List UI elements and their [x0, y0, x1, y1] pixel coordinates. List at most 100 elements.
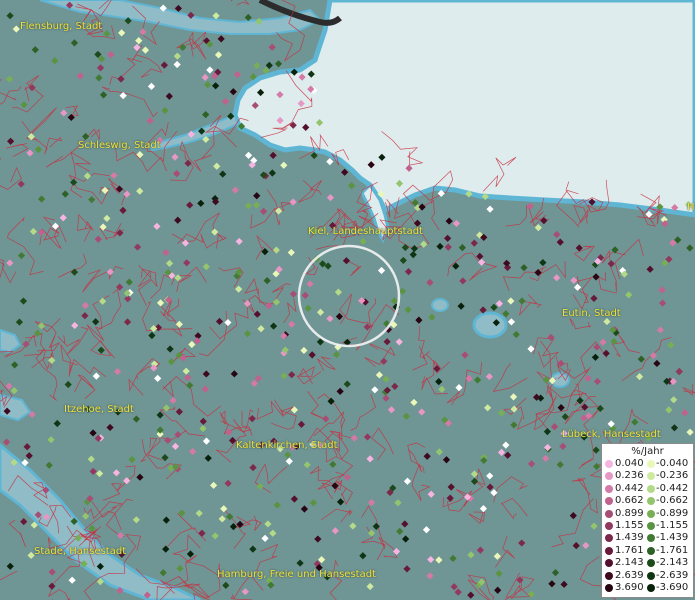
data-point-marker[interactable] [37, 228, 46, 236]
data-point-marker[interactable] [20, 518, 28, 526]
data-point-marker[interactable] [68, 576, 76, 584]
data-point-marker[interactable] [366, 582, 374, 591]
data-point-marker[interactable] [343, 380, 351, 388]
data-point-marker[interactable] [82, 512, 90, 520]
data-point-marker[interactable] [415, 316, 423, 324]
data-point-marker[interactable] [591, 353, 600, 361]
data-point-marker[interactable] [132, 415, 141, 423]
data-point-marker[interactable] [23, 443, 31, 451]
data-point-marker[interactable] [174, 4, 183, 13]
data-point-marker[interactable] [249, 464, 257, 472]
data-point-marker[interactable] [296, 559, 304, 567]
data-point-marker[interactable] [427, 555, 435, 564]
data-point-marker[interactable] [3, 438, 11, 446]
data-point-marker[interactable] [15, 318, 24, 326]
data-point-marker[interactable] [37, 322, 46, 330]
data-point-marker[interactable] [327, 397, 335, 405]
data-point-marker[interactable] [25, 452, 33, 460]
data-point-marker[interactable] [675, 367, 683, 376]
data-point-marker[interactable] [202, 370, 210, 378]
data-point-marker[interactable] [444, 243, 452, 251]
data-point-marker[interactable] [146, 117, 154, 125]
data-point-marker[interactable] [97, 346, 105, 354]
data-point-marker[interactable] [70, 178, 78, 186]
data-point-marker[interactable] [166, 345, 174, 353]
data-point-marker[interactable] [94, 235, 102, 243]
data-point-marker[interactable] [153, 222, 161, 230]
data-point-marker[interactable] [435, 556, 443, 564]
data-point-marker[interactable] [403, 565, 411, 573]
data-point-marker[interactable] [493, 552, 501, 560]
data-point-marker[interactable] [326, 315, 334, 323]
data-point-marker[interactable] [11, 361, 19, 369]
data-point-marker[interactable] [404, 268, 413, 276]
data-point-marker[interactable] [322, 415, 330, 423]
data-point-marker[interactable] [272, 298, 281, 306]
data-point-marker[interactable] [33, 329, 42, 337]
data-point-marker[interactable] [48, 582, 56, 590]
data-point-marker[interactable] [95, 469, 104, 478]
data-point-marker[interactable] [557, 404, 565, 412]
data-point-marker[interactable] [37, 195, 46, 203]
data-point-marker[interactable] [99, 91, 108, 99]
data-point-marker[interactable] [592, 446, 600, 454]
data-point-marker[interactable] [183, 259, 191, 267]
data-point-marker[interactable] [667, 341, 675, 349]
data-point-marker[interactable] [423, 452, 431, 460]
data-point-marker[interactable] [136, 187, 144, 195]
data-point-marker[interactable] [202, 263, 210, 271]
data-point-marker[interactable] [99, 297, 107, 305]
data-point-marker[interactable] [658, 299, 667, 307]
data-point-marker[interactable] [341, 168, 349, 176]
data-point-marker[interactable] [686, 244, 694, 252]
data-point-marker[interactable] [123, 477, 131, 485]
data-point-marker[interactable] [342, 257, 351, 265]
data-point-marker[interactable] [61, 190, 69, 198]
data-point-marker[interactable] [51, 57, 59, 65]
data-point-marker[interactable] [103, 30, 111, 38]
data-point-marker[interactable] [173, 60, 181, 69]
data-point-marker[interactable] [288, 371, 296, 379]
data-point-marker[interactable] [510, 421, 518, 429]
data-point-marker[interactable] [560, 580, 568, 588]
data-point-marker[interactable] [162, 404, 171, 412]
data-point-marker[interactable] [593, 343, 601, 351]
data-point-marker[interactable] [410, 244, 419, 253]
data-point-marker[interactable] [308, 351, 316, 359]
data-point-marker[interactable] [198, 529, 206, 537]
data-point-marker[interactable] [550, 423, 559, 431]
data-point-marker[interactable] [309, 499, 317, 507]
data-point-marker[interactable] [218, 515, 226, 523]
data-point-marker[interactable] [125, 278, 133, 286]
data-point-marker[interactable] [123, 318, 132, 326]
data-point-marker[interactable] [547, 333, 555, 342]
data-point-marker[interactable] [438, 385, 446, 393]
data-point-marker[interactable] [224, 318, 232, 327]
data-point-marker[interactable] [391, 382, 399, 390]
data-point-marker[interactable] [527, 345, 535, 353]
data-point-marker[interactable] [284, 451, 292, 459]
data-point-marker[interactable] [174, 216, 182, 224]
data-point-marker[interactable] [182, 367, 190, 375]
data-point-marker[interactable] [89, 429, 97, 437]
data-point-marker[interactable] [548, 580, 556, 588]
data-point-marker[interactable] [497, 409, 506, 417]
data-point-marker[interactable] [27, 132, 35, 141]
data-point-marker[interactable] [371, 386, 379, 394]
data-point-marker[interactable] [494, 586, 502, 594]
data-point-marker[interactable] [332, 350, 341, 359]
data-point-marker[interactable] [199, 417, 207, 425]
data-point-marker[interactable] [401, 243, 409, 252]
data-point-marker[interactable] [512, 330, 520, 339]
data-point-marker[interactable] [265, 61, 273, 69]
data-point-marker[interactable] [461, 351, 469, 359]
data-point-marker[interactable] [184, 374, 192, 382]
data-point-marker[interactable] [396, 527, 404, 535]
data-point-marker[interactable] [76, 72, 84, 80]
data-point-marker[interactable] [112, 469, 121, 477]
data-point-marker[interactable] [467, 591, 475, 599]
data-point-marker[interactable] [51, 222, 60, 230]
data-point-marker[interactable] [202, 111, 210, 119]
data-point-marker[interactable] [274, 60, 283, 68]
data-point-marker[interactable] [359, 552, 367, 560]
